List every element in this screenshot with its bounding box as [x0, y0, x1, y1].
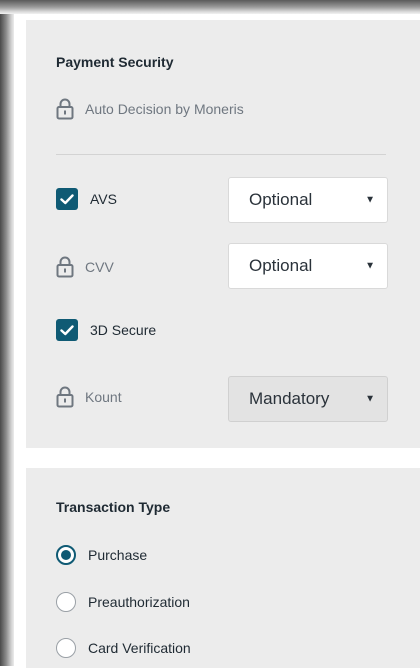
- kount-row: Kount: [56, 386, 122, 408]
- avs-row: AVS: [56, 188, 117, 210]
- caret-down-icon: ▼: [365, 393, 375, 405]
- checkmark-icon: [60, 324, 74, 335]
- avs-label: AVS: [90, 191, 117, 207]
- kount-label: Kount: [85, 389, 122, 405]
- checkmark-icon: [60, 193, 74, 204]
- payment-security-title: Payment Security: [56, 54, 174, 70]
- radio-preauthorization[interactable]: [56, 592, 76, 612]
- radio-label-preauthorization: Preauthorization: [88, 594, 190, 610]
- kount-select-value: Mandatory: [249, 389, 330, 408]
- cvv-row: CVV: [56, 256, 114, 278]
- avs-checkbox[interactable]: [56, 188, 78, 210]
- avs-select[interactable]: Optional ▼: [228, 177, 388, 223]
- secure3d-row: 3D Secure: [56, 319, 156, 341]
- window-shadow-edge: [0, 0, 14, 666]
- radio-purchase[interactable]: [56, 545, 76, 565]
- avs-select-value: Optional: [249, 190, 313, 209]
- cvv-select[interactable]: Optional ▼: [228, 243, 388, 289]
- window-shadow-top: [0, 0, 420, 14]
- transaction-type-title: Transaction Type: [56, 499, 171, 515]
- radio-option-card-verification[interactable]: Card Verification: [56, 638, 191, 658]
- caret-down-icon: ▼: [365, 260, 375, 272]
- payment-security-panel: Payment Security Auto Decision by Moneri…: [26, 20, 420, 448]
- auto-decision-label: Auto Decision by Moneris: [85, 101, 244, 117]
- lock-icon: [56, 256, 74, 278]
- transaction-type-panel: Transaction Type Purchase Preauthorizati…: [26, 468, 420, 668]
- section-divider: [56, 154, 386, 155]
- kount-select: Mandatory ▼: [228, 376, 388, 422]
- secure3d-checkbox[interactable]: [56, 319, 78, 341]
- radio-card-verification[interactable]: [56, 638, 76, 658]
- radio-option-purchase[interactable]: Purchase: [56, 545, 147, 565]
- cvv-select-value: Optional: [249, 256, 313, 275]
- auto-decision-row: Auto Decision by Moneris: [56, 98, 244, 120]
- lock-icon: [56, 386, 74, 408]
- secure3d-label: 3D Secure: [90, 322, 157, 338]
- radio-label-purchase: Purchase: [88, 547, 148, 563]
- cvv-label: CVV: [85, 259, 114, 275]
- radio-dot: [61, 550, 71, 560]
- radio-label-card-verification: Card Verification: [88, 640, 191, 656]
- radio-option-preauthorization[interactable]: Preauthorization: [56, 592, 190, 612]
- caret-down-icon: ▼: [365, 194, 375, 206]
- lock-icon: [56, 98, 74, 120]
